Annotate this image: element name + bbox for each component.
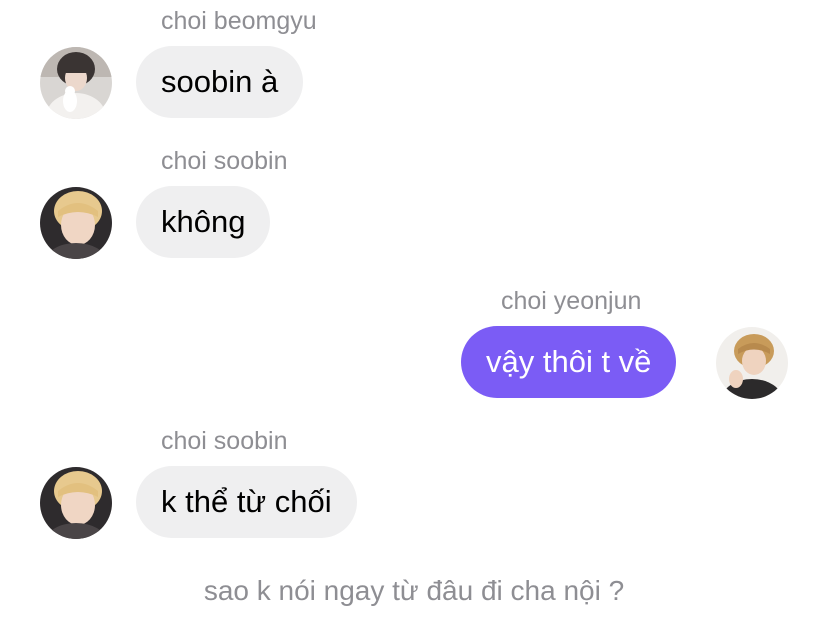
avatar-photo-icon <box>40 47 112 119</box>
system-note: sao k nói ngay từ đâu đi cha nội ? <box>203 575 625 606</box>
message-bubble[interactable]: vậy thôi t về <box>461 326 677 398</box>
message-bubble[interactable]: không <box>136 186 271 258</box>
message-bubble[interactable]: k thể từ chối <box>136 466 357 538</box>
message-bubble[interactable]: soobin à <box>136 46 304 118</box>
sender-name: choi beomgyu <box>161 7 317 35</box>
avatar-photo-icon <box>716 327 788 399</box>
sender-name: choi soobin <box>161 147 288 175</box>
beomgyu-avatar[interactable] <box>40 47 112 119</box>
yeonjun-avatar[interactable] <box>716 327 788 399</box>
avatar-photo-icon <box>40 187 112 259</box>
soobin-avatar[interactable] <box>40 187 112 259</box>
avatar-photo-icon <box>40 467 112 539</box>
soobin-avatar[interactable] <box>40 467 112 539</box>
sender-name: choi soobin <box>161 427 288 455</box>
sender-name: choi yeonjun <box>501 287 642 315</box>
